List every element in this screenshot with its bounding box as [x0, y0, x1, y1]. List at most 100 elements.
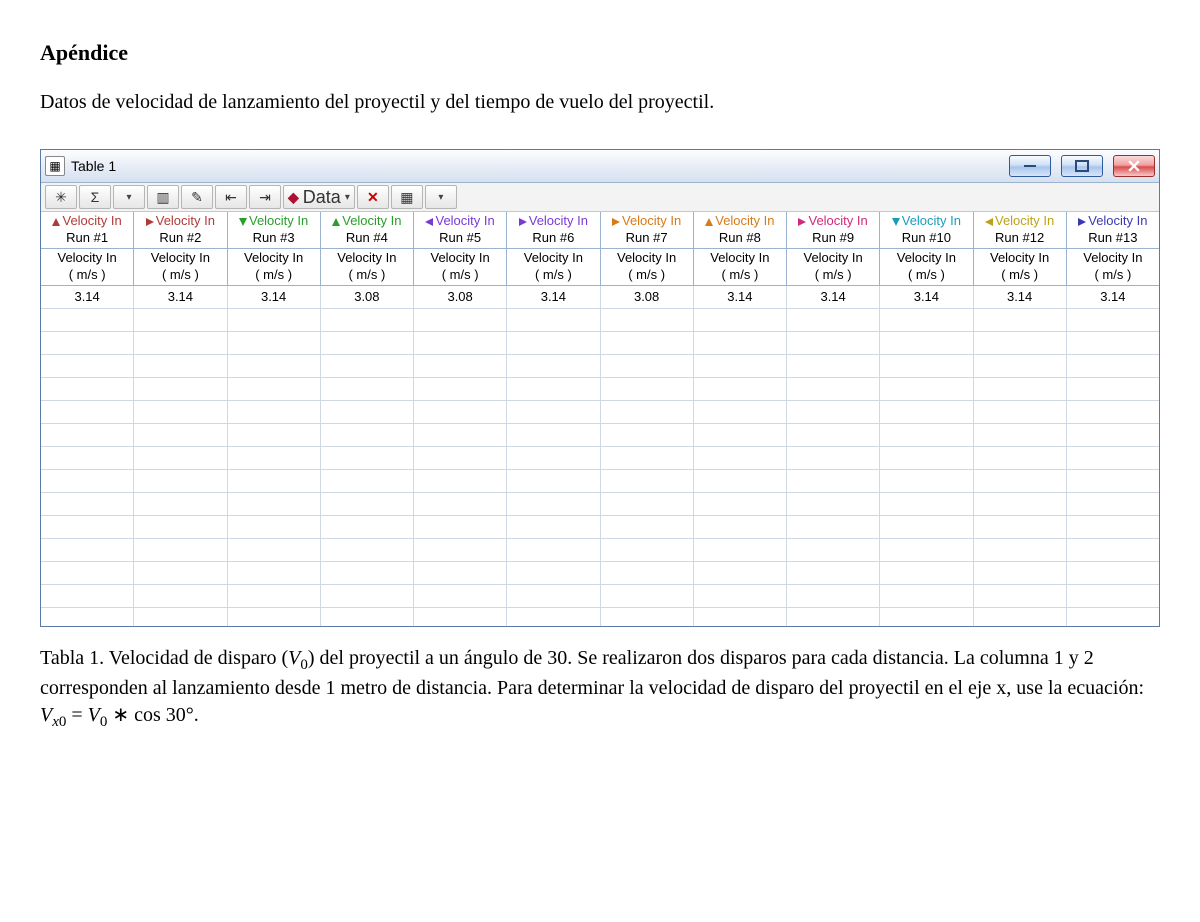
cell[interactable]: [601, 608, 694, 626]
cell[interactable]: 3.14: [228, 286, 321, 308]
cell[interactable]: [507, 470, 600, 492]
cell[interactable]: [507, 539, 600, 561]
cell[interactable]: [1067, 493, 1159, 515]
cell[interactable]: [507, 332, 600, 354]
cell[interactable]: [787, 332, 880, 354]
cell[interactable]: [134, 562, 227, 584]
cell[interactable]: [880, 401, 973, 423]
cell[interactable]: [414, 447, 507, 469]
cell[interactable]: [1067, 309, 1159, 331]
cell[interactable]: [228, 355, 321, 377]
cell[interactable]: [228, 585, 321, 607]
cell[interactable]: [134, 516, 227, 538]
cell[interactable]: [1067, 332, 1159, 354]
maximize-button[interactable]: [1061, 155, 1103, 177]
cell[interactable]: [228, 332, 321, 354]
cell[interactable]: [414, 608, 507, 626]
cell[interactable]: [694, 424, 787, 446]
col-header-7[interactable]: Velocity InRun #7: [601, 212, 694, 248]
cell[interactable]: [321, 401, 414, 423]
cell[interactable]: [787, 585, 880, 607]
align-left-button[interactable]: ⇤: [215, 185, 247, 209]
cell[interactable]: [228, 447, 321, 469]
cell[interactable]: [974, 539, 1067, 561]
cell[interactable]: [228, 309, 321, 331]
cell[interactable]: [1067, 401, 1159, 423]
cell[interactable]: [694, 447, 787, 469]
cell[interactable]: [787, 378, 880, 400]
cell[interactable]: [321, 424, 414, 446]
cell[interactable]: [694, 493, 787, 515]
cell[interactable]: [134, 332, 227, 354]
cell[interactable]: [601, 516, 694, 538]
cell[interactable]: [694, 401, 787, 423]
cell[interactable]: [787, 539, 880, 561]
cell[interactable]: [787, 401, 880, 423]
cell[interactable]: [1067, 539, 1159, 561]
col-header-1[interactable]: Velocity InRun #1: [41, 212, 134, 248]
cell[interactable]: [507, 309, 600, 331]
cell[interactable]: [787, 355, 880, 377]
cell[interactable]: [414, 309, 507, 331]
col-header-10[interactable]: Velocity InRun #10: [880, 212, 973, 248]
sigma-drop[interactable]: ▾: [113, 185, 145, 209]
cell[interactable]: 3.14: [880, 286, 973, 308]
cell[interactable]: [601, 309, 694, 331]
toolbar-btn-1[interactable]: ✳: [45, 185, 77, 209]
cell[interactable]: [1067, 447, 1159, 469]
cell[interactable]: [321, 562, 414, 584]
cell[interactable]: [41, 447, 134, 469]
cell[interactable]: [694, 355, 787, 377]
cell[interactable]: [134, 424, 227, 446]
cell[interactable]: [134, 493, 227, 515]
cell[interactable]: [601, 447, 694, 469]
cell[interactable]: [601, 332, 694, 354]
cell[interactable]: [601, 539, 694, 561]
cell[interactable]: [414, 332, 507, 354]
cell[interactable]: [1067, 516, 1159, 538]
cell[interactable]: [974, 378, 1067, 400]
cell[interactable]: [134, 608, 227, 626]
cell[interactable]: 3.14: [507, 286, 600, 308]
cell[interactable]: [321, 309, 414, 331]
cell[interactable]: [1067, 608, 1159, 626]
col-header-3[interactable]: Velocity InRun #3: [228, 212, 321, 248]
cell[interactable]: [880, 608, 973, 626]
cell[interactable]: [694, 332, 787, 354]
cell[interactable]: [601, 470, 694, 492]
cell[interactable]: [787, 309, 880, 331]
cell[interactable]: [1067, 562, 1159, 584]
cell[interactable]: [41, 424, 134, 446]
cell[interactable]: [880, 539, 973, 561]
cell[interactable]: [787, 562, 880, 584]
cell[interactable]: [694, 562, 787, 584]
table-drop[interactable]: ▾: [425, 185, 457, 209]
cell[interactable]: [880, 309, 973, 331]
cell[interactable]: [228, 539, 321, 561]
cell[interactable]: [694, 608, 787, 626]
cell[interactable]: [601, 562, 694, 584]
cell[interactable]: [787, 608, 880, 626]
cell[interactable]: [974, 401, 1067, 423]
cell[interactable]: [321, 539, 414, 561]
cell[interactable]: [507, 401, 600, 423]
cell[interactable]: [974, 585, 1067, 607]
cell[interactable]: [694, 470, 787, 492]
cell[interactable]: 3.14: [787, 286, 880, 308]
cell[interactable]: [601, 493, 694, 515]
cell[interactable]: [41, 539, 134, 561]
cell[interactable]: [414, 401, 507, 423]
cell[interactable]: [1067, 585, 1159, 607]
cell[interactable]: [414, 562, 507, 584]
cell[interactable]: [228, 470, 321, 492]
cell[interactable]: [41, 378, 134, 400]
cell[interactable]: [601, 585, 694, 607]
cell[interactable]: [41, 355, 134, 377]
cell[interactable]: [321, 608, 414, 626]
table-button[interactable]: ▦: [391, 185, 423, 209]
close-button[interactable]: [1113, 155, 1155, 177]
cell[interactable]: 3.14: [974, 286, 1067, 308]
cell[interactable]: [974, 447, 1067, 469]
cell[interactable]: [694, 378, 787, 400]
cell[interactable]: [787, 493, 880, 515]
